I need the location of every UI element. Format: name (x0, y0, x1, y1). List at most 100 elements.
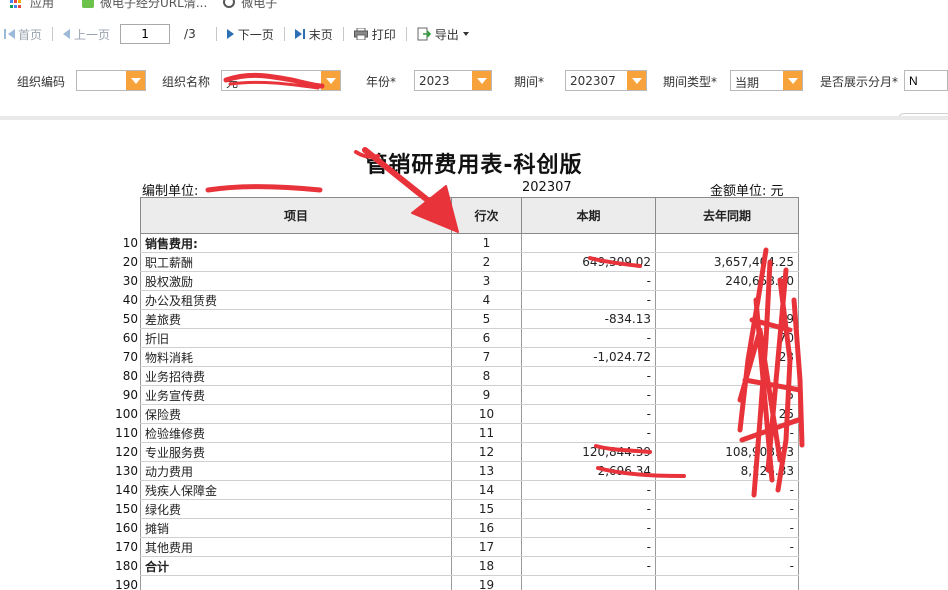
row-code: 170 (115, 540, 138, 554)
toolbar-divider (283, 27, 285, 41)
row-item-cell: 股权激励 (140, 271, 452, 291)
first-page-label: 首页 (18, 27, 43, 42)
last-page-button[interactable]: 末页 (291, 23, 337, 45)
chevron-down-icon[interactable] (472, 71, 491, 90)
row-line-cell: 13 (451, 461, 522, 481)
row-line-cell: 11 (451, 423, 522, 443)
chevron-down-icon[interactable] (783, 71, 802, 90)
row-current-cell: -834.13 (521, 309, 656, 329)
page-number-input[interactable] (120, 24, 171, 44)
row-item-cell (140, 575, 452, 590)
row-code: 100 (115, 407, 138, 421)
next-page-label: 下一页 (237, 27, 274, 42)
table-row: 19 (140, 575, 799, 590)
show-month-input[interactable] (904, 70, 948, 91)
row-last-year-cell: 5 (655, 385, 799, 405)
year-label: 年份* (366, 75, 397, 89)
row-line-cell: 14 (451, 480, 522, 500)
row-line-cell: 16 (451, 518, 522, 538)
table-row: 保险费 10-25 (140, 404, 799, 424)
period-type-select[interactable]: 当期 (730, 70, 803, 91)
row-code: 50 (122, 312, 138, 326)
row-current-cell: 120,844.39 (521, 442, 656, 462)
row-code: 60 (122, 331, 138, 345)
col-header-item: 项目 (140, 197, 452, 234)
org-code-select[interactable] (76, 70, 146, 91)
row-last-year-cell (655, 575, 799, 590)
row-last-year-cell (655, 233, 799, 253)
row-last-year-cell: 70 (655, 328, 799, 348)
first-page-icon (8, 29, 15, 39)
toolbar-divider (342, 27, 344, 41)
row-item-cell: 绿化费 (140, 499, 452, 519)
bookmark-microelectronics[interactable]: 微电子 (223, 0, 277, 11)
row-code: 130 (115, 464, 138, 478)
row-current-cell: - (521, 499, 656, 519)
org-code-label: 组织编码 (17, 75, 66, 89)
prev-page-button[interactable]: 上一页 (59, 23, 114, 45)
chevron-down-icon[interactable] (321, 71, 340, 90)
export-label: 导出 (434, 27, 459, 42)
print-label: 打印 (371, 27, 396, 42)
period-select[interactable]: 202307 (565, 70, 647, 91)
col-header-current: 本期 (521, 197, 656, 234)
table-row: 办公及租赁费 4- (140, 290, 799, 310)
row-line-cell: 18 (451, 556, 522, 576)
next-page-button[interactable]: 下一页 (223, 23, 278, 45)
row-line-cell: 2 (451, 252, 522, 272)
show-month-label: 是否展示分月* (820, 75, 899, 89)
row-last-year-cell: 8,126.33 (655, 461, 799, 481)
period-value: 202307 (570, 74, 616, 88)
printer-icon (353, 28, 368, 40)
row-item-cell: 合计 (140, 556, 452, 576)
table-row: 折旧 6-70 (140, 328, 799, 348)
row-last-year-cell: 240,658.60 (655, 271, 799, 291)
table-row: 职工薪酬 2 649,309.02 3,657,404.25 (140, 252, 799, 272)
chevron-down-icon[interactable] (126, 71, 145, 90)
print-button[interactable]: 打印 (350, 23, 400, 45)
first-page-button[interactable]: 首页 (0, 23, 46, 45)
table-row: 业务宣传费 9-5 (140, 385, 799, 405)
row-item-cell: 动力费用 (140, 461, 452, 481)
table-row: 其他费用 17- - (140, 537, 799, 557)
bookmarks-bar: 应用 微电子经分URL清... 微电子 (0, 0, 948, 12)
period-label: 期间* (514, 75, 545, 89)
row-line-cell: 12 (451, 442, 522, 462)
export-button[interactable]: 导出 (413, 23, 473, 45)
row-item-cell: 物料消耗 (140, 347, 452, 367)
filter-bar: 组织编码 组织名称 元 年份* 2023 期间* 202307 期间类型* 当期… (0, 68, 948, 94)
row-last-year-cell: 25 (655, 404, 799, 424)
period-type-value: 当期 (735, 76, 760, 90)
export-icon (417, 27, 431, 41)
row-item-cell: 业务宣传费 (140, 385, 452, 405)
chevron-down-icon[interactable] (627, 71, 646, 90)
page-total: /3 (184, 27, 196, 41)
row-code: 30 (122, 274, 138, 288)
table-row: 检验维修费 11- - (140, 423, 799, 443)
bookmark-url-list[interactable]: 微电子经分URL清... (82, 0, 207, 11)
last-page-bar-icon (302, 29, 305, 39)
row-last-year-cell: 108,908.03 (655, 442, 799, 462)
row-item-cell: 残疾人保障金 (140, 480, 452, 500)
row-code: 190 (115, 578, 138, 590)
bookmark-green-icon (82, 0, 95, 8)
row-current-cell: - (521, 271, 656, 291)
row-current-cell: - (521, 385, 656, 405)
row-current-cell: 649,309.02 (521, 252, 656, 272)
row-last-year-cell (655, 366, 799, 386)
first-page-bar-icon (4, 29, 6, 39)
bookmark-apps[interactable]: 应用 (10, 0, 54, 11)
org-name-select[interactable]: 元 (221, 70, 341, 91)
row-line-cell: 8 (451, 366, 522, 386)
row-line-cell: 3 (451, 271, 522, 291)
table-row: 股权激励 3-240,658.60 (140, 271, 799, 291)
row-line-cell: 7 (451, 347, 522, 367)
year-select[interactable]: 2023 (414, 70, 492, 91)
row-last-year-cell: - (655, 556, 799, 576)
row-line-cell: 15 (451, 499, 522, 519)
last-page-label: 末页 (308, 27, 333, 42)
year-value: 2023 (419, 74, 450, 88)
row-code: 70 (122, 350, 138, 364)
bookmark-microelectronics-label: 微电子 (241, 0, 278, 10)
row-current-cell: -1,024.72 (521, 347, 656, 367)
